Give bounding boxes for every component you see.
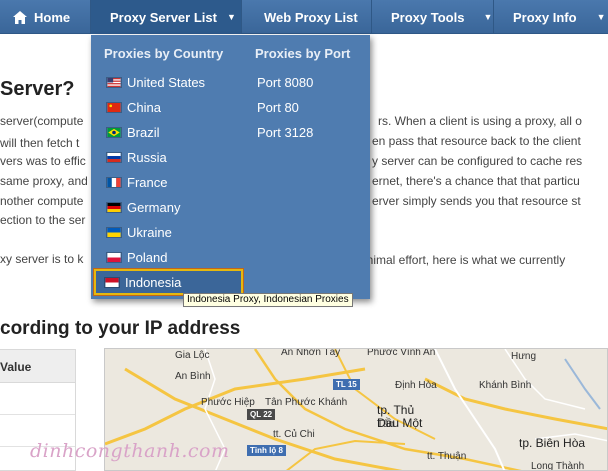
home-icon bbox=[13, 10, 27, 24]
map-label: tt. Thuận bbox=[427, 451, 467, 462]
country-label: France bbox=[127, 174, 168, 190]
route-shield: TL 15 bbox=[333, 379, 360, 390]
port-item-3128[interactable]: Port 3128 bbox=[257, 121, 313, 143]
port-item-80[interactable]: Port 80 bbox=[257, 96, 299, 118]
map-city-name: tp. Biên Hòa bbox=[519, 436, 586, 450]
map-label: tt. Củ Chi bbox=[273, 429, 315, 440]
map-city: tp. Thủ Dầu Một bbox=[377, 404, 422, 430]
country-item-poland[interactable]: Poland bbox=[106, 246, 167, 268]
nav-home-label: Home bbox=[34, 9, 71, 25]
country-label: Indonesia bbox=[125, 274, 182, 290]
map-label: Phước Hiệp bbox=[201, 397, 255, 408]
paragraph-line: nother compute bbox=[0, 194, 84, 208]
port-label: Port 80 bbox=[257, 99, 299, 115]
map-label: Định Hòa bbox=[395, 380, 437, 391]
country-label: Germany bbox=[127, 199, 181, 215]
country-item-united-states[interactable]: United States bbox=[106, 71, 205, 93]
country-label: Russia bbox=[127, 149, 167, 165]
country-item-brazil[interactable]: Brazil bbox=[106, 121, 160, 143]
ukraine-flag-icon bbox=[106, 226, 122, 238]
china-flag-icon bbox=[106, 101, 122, 113]
port-label: Port 3128 bbox=[257, 124, 314, 140]
paragraph-line: same proxy, and bbox=[0, 174, 88, 188]
country-item-russia[interactable]: Russia bbox=[106, 146, 167, 168]
port-label: Port 8080 bbox=[257, 74, 314, 90]
map-label: Long Thành bbox=[531, 461, 585, 471]
paragraph-line: y server can be configured to cache res bbox=[372, 154, 583, 168]
paragraph-line: ection to the ser bbox=[0, 213, 86, 227]
paragraph-line: inimal effort, here is what we currently bbox=[364, 253, 566, 267]
paragraph-line: will then fetch t bbox=[0, 136, 80, 150]
germany-flag-icon bbox=[106, 201, 122, 213]
poland-flag-icon bbox=[106, 251, 122, 263]
ip-location-heading: cording to your IP address bbox=[0, 318, 241, 339]
country-item-indonesia[interactable]: Indonesia bbox=[93, 268, 244, 296]
nav-web-proxy-list[interactable]: Web Proxy List bbox=[242, 0, 372, 34]
nav-proxy-info[interactable]: Proxy Info ▼ bbox=[494, 0, 608, 34]
paragraph-line: erver simply sends you that resource st bbox=[372, 194, 581, 208]
watermark: dinhcongthanh.com bbox=[30, 440, 230, 462]
paragraph-line: vers was to effic bbox=[0, 154, 86, 168]
country-label: Poland bbox=[127, 249, 168, 265]
table-row bbox=[0, 383, 75, 415]
russia-flag-icon bbox=[106, 151, 122, 163]
country-item-germany[interactable]: Germany bbox=[106, 196, 180, 218]
france-flag-icon bbox=[106, 176, 122, 188]
brazil-flag-icon bbox=[106, 126, 122, 138]
nav-home[interactable]: Home bbox=[0, 0, 91, 34]
paragraph-line: en pass that resource back to the client bbox=[372, 134, 581, 148]
map-label: Khánh Bình bbox=[479, 380, 532, 391]
caret-down-icon: ▼ bbox=[483, 12, 493, 22]
country-label: Brazil bbox=[127, 124, 160, 140]
caret-down-icon: ▼ bbox=[226, 12, 236, 22]
proxy-server-list-dropdown: Proxies by Country Proxies by Port Unite… bbox=[91, 35, 370, 299]
port-item-8080[interactable]: Port 8080 bbox=[257, 71, 313, 93]
tooltip: Indonesia Proxy, Indonesian Proxies bbox=[183, 293, 353, 307]
map-label: An Nhơn Tây bbox=[281, 348, 341, 358]
country-label: Ukraine bbox=[127, 224, 172, 240]
route-shield: QL 22 bbox=[247, 409, 276, 420]
nav-proxy-server-list[interactable]: Proxy Server List ▼ bbox=[91, 0, 242, 34]
nav-proxy-tools-label: Proxy Tools bbox=[391, 9, 465, 25]
map-label: Gia Lộc bbox=[175, 350, 210, 361]
proxies-by-country-title: Proxies by Country bbox=[104, 46, 224, 61]
map-city-name-line2: Dầu Một bbox=[377, 416, 423, 430]
nav-proxy-info-label: Proxy Info bbox=[513, 9, 577, 25]
country-item-france[interactable]: France bbox=[106, 171, 167, 193]
paragraph-line: ernet, there's a chance that that partic… bbox=[372, 174, 580, 188]
map-label: An Bình bbox=[175, 371, 211, 382]
top-navigation: Home Proxy Server List ▼ Web Proxy List … bbox=[0, 0, 608, 34]
map-city: tp. Biên Hòa bbox=[519, 437, 585, 450]
us-flag-icon bbox=[106, 76, 122, 88]
nav-proxy-server-list-label: Proxy Server List bbox=[110, 9, 217, 25]
map-label: Tân Phước Khánh bbox=[265, 397, 348, 408]
nav-proxy-tools[interactable]: Proxy Tools ▼ bbox=[372, 0, 494, 34]
country-label: United States bbox=[127, 74, 206, 90]
paragraph-line: xy server is to k bbox=[0, 252, 84, 266]
paragraph-line: server(compute bbox=[0, 114, 84, 128]
page-heading: Server? bbox=[0, 78, 75, 100]
nav-web-proxy-list-label: Web Proxy List bbox=[264, 9, 358, 25]
map-label: Phước Vĩnh An bbox=[367, 348, 436, 358]
proxies-by-port-title: Proxies by Port bbox=[255, 46, 351, 61]
table-header-value: Value bbox=[0, 350, 75, 383]
caret-down-icon: ▼ bbox=[596, 12, 606, 22]
map-label: Hưng bbox=[511, 351, 537, 362]
indonesia-flag-icon bbox=[104, 276, 120, 288]
route-shield: Tỉnh lộ 8 bbox=[247, 445, 286, 456]
country-item-ukraine[interactable]: Ukraine bbox=[106, 221, 172, 243]
paragraph-line: rs. When a client is using a proxy, all … bbox=[378, 114, 582, 128]
country-label: China bbox=[127, 99, 161, 115]
country-item-china[interactable]: China bbox=[106, 96, 161, 118]
